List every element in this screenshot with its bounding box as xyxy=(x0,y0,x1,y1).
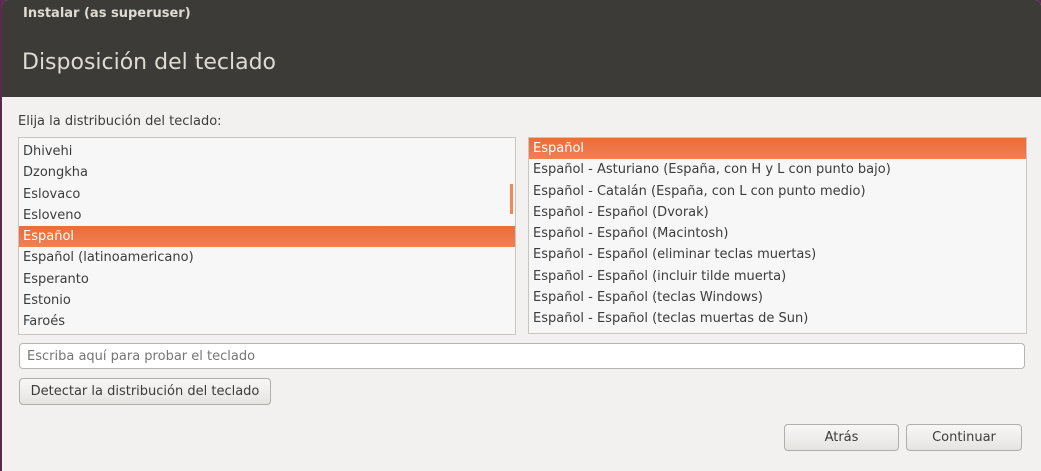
variant-list-item[interactable]: Español - Español (teclas Windows) xyxy=(529,287,1026,308)
layout-list-item[interactable]: Esperanto xyxy=(19,269,515,290)
continue-button[interactable]: Continuar xyxy=(906,424,1022,451)
detect-layout-button[interactable]: Detectar la distribución del teclado xyxy=(19,378,271,405)
variant-list-item[interactable]: Español - Catalán (España, con L con pun… xyxy=(529,181,1026,202)
layout-list-item[interactable]: Español (latinoamericano) xyxy=(19,247,515,268)
variant-list-item[interactable]: Español xyxy=(529,138,1026,160)
scrollbar[interactable] xyxy=(510,184,513,214)
layout-list-item[interactable]: Eslovaco xyxy=(19,184,515,205)
installer-window: Instalar (as superuser) Disposición del … xyxy=(2,0,1041,471)
variant-list-item[interactable]: Español - Español (incluir tilde muerta) xyxy=(529,266,1026,287)
variant-list-item[interactable]: Español - Español (Macintosh) xyxy=(529,223,1026,244)
layout-list-item[interactable]: Estonio xyxy=(19,290,515,311)
layout-list[interactable]: Dhivehi Dzongkha Eslovaco Esloveno Español Es… xyxy=(18,137,516,335)
keyboard-test-input[interactable] xyxy=(19,343,1025,369)
header: Instalar (as superuser) Disposición del … xyxy=(2,0,1041,97)
variant-list[interactable]: Español Español - Asturiano (España, con … xyxy=(528,137,1027,334)
variant-list-item[interactable]: Español - Español (teclas muertas de Sun… xyxy=(529,308,1026,329)
back-button[interactable]: Atrás xyxy=(784,424,899,451)
layout-list-item[interactable]: Español xyxy=(19,226,515,248)
layout-list-item[interactable]: Dzongkha xyxy=(19,162,515,183)
layout-list-item[interactable]: Dhivehi xyxy=(19,141,515,162)
layout-prompt: Elija la distribución del teclado: xyxy=(18,114,222,129)
page-title: Disposición del teclado xyxy=(22,50,276,75)
layout-list-item[interactable]: Esloveno xyxy=(19,205,515,226)
variant-list-item[interactable]: Español - Español (eliminar teclas muert… xyxy=(529,244,1026,265)
variant-list-item[interactable]: Español - Asturiano (España, con H y L c… xyxy=(529,159,1026,180)
layout-list-item[interactable]: Faroés xyxy=(19,311,515,332)
variant-list-item[interactable]: Español - Español (Dvorak) xyxy=(529,202,1026,223)
window-title: Instalar (as superuser) xyxy=(23,6,191,21)
